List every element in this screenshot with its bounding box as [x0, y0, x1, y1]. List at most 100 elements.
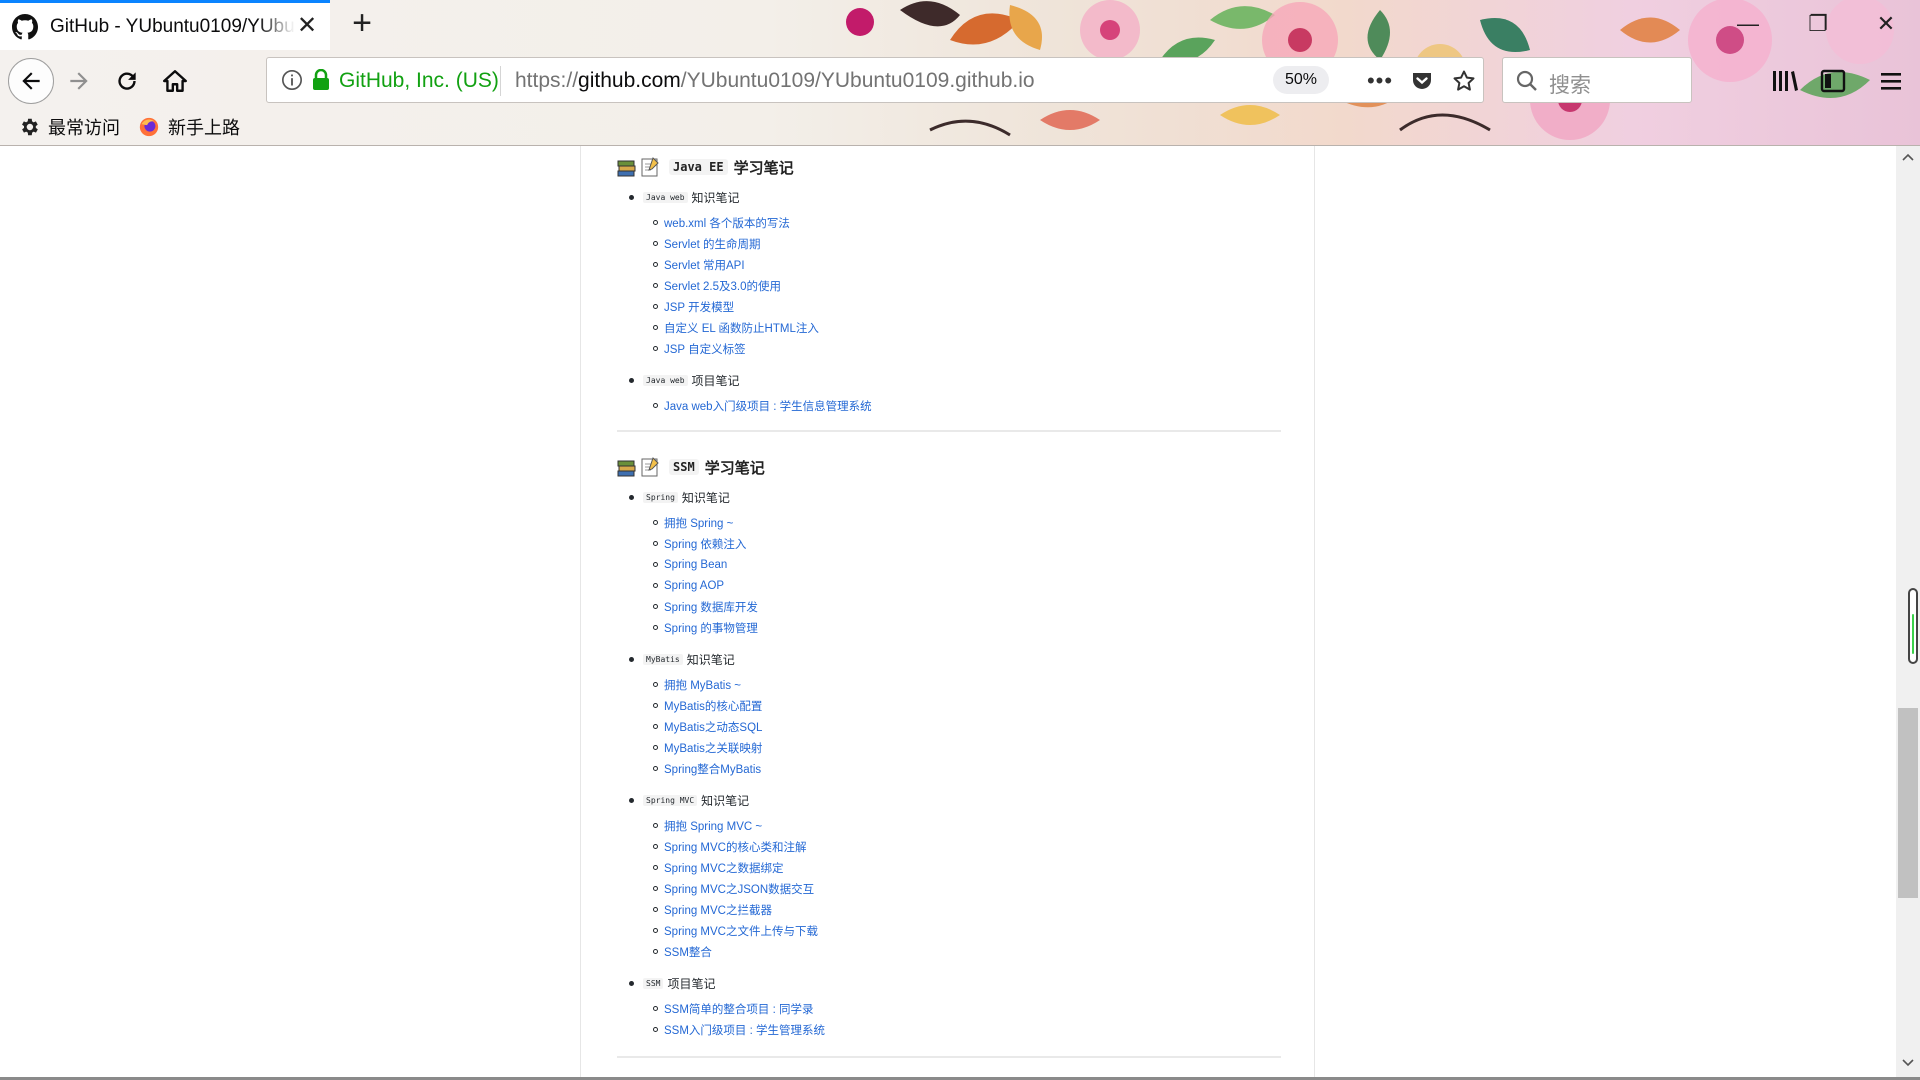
forward-button[interactable]: [58, 60, 100, 102]
note-link[interactable]: Java web入门级项目 : 学生信息管理系统: [664, 398, 872, 414]
list-item: SSM整合: [653, 941, 1282, 962]
group-item: SSM 项目笔记 SSM简单的整合项目 : 同学录 SSM入门级项目 : 学生管理…: [629, 968, 1282, 1046]
note-link[interactable]: JSP 开发模型: [664, 299, 734, 315]
reload-button[interactable]: [106, 60, 148, 102]
note-link[interactable]: Spring Bean: [664, 559, 727, 571]
section-title-code: SSM: [669, 459, 699, 475]
list-item: Servlet 常用API: [653, 254, 1282, 275]
link-list: 拥抱 Spring MVC ~ Spring MVC的核心类和注解 Spring…: [629, 815, 1282, 968]
note-link[interactable]: MyBatis之动态SQL: [664, 719, 762, 735]
scroll-position-indicator: [1908, 588, 1918, 664]
home-icon: [162, 70, 188, 92]
more-dots-icon: •••: [1366, 68, 1394, 93]
group-code: SSM: [643, 977, 664, 989]
note-link[interactable]: Servlet 的生命周期: [664, 236, 761, 252]
note-link[interactable]: web.xml 各个版本的写法: [664, 215, 790, 231]
note-link[interactable]: Spring MVC之数据绑定: [664, 860, 784, 876]
scroll-up-icon[interactable]: [1900, 150, 1916, 166]
note-link[interactable]: MyBatis之关联映射: [664, 740, 762, 756]
note-link[interactable]: Servlet 2.5及3.0的使用: [664, 278, 781, 294]
note-link[interactable]: Spring 的事物管理: [664, 620, 758, 636]
back-arrow-icon: [22, 72, 40, 90]
restore-button[interactable]: ❐: [1798, 8, 1838, 40]
pocket-button[interactable]: [1407, 67, 1437, 95]
tab-github[interactable]: GitHub - YUbuntu0109/YUbuntu0109.github.…: [0, 0, 330, 50]
list-item: Spring Bean: [653, 554, 1282, 575]
site-identity[interactable]: GitHub, Inc. (US): [339, 69, 499, 93]
note-link[interactable]: JSP 自定义标签: [664, 341, 746, 357]
group-code: Spring MVC: [643, 794, 698, 806]
note-link[interactable]: SSM入门级项目 : 学生管理系统: [664, 1022, 825, 1038]
new-tab-button[interactable]: +: [346, 6, 378, 41]
bookmark-most-visited[interactable]: 最常访问: [18, 114, 120, 140]
firefox-icon: [139, 117, 159, 137]
tab-close-icon[interactable]: ✕: [294, 13, 320, 39]
note-link[interactable]: Spring MVC之JSON数据交互: [664, 881, 814, 897]
group-item: Java web 知识笔记 web.xml 各个版本的写法 Servlet 的生命…: [629, 182, 1282, 365]
group-text: 项目笔记: [691, 373, 740, 388]
url-separator: [500, 66, 501, 96]
web-page: Java EE 学习笔记 Java web 知识笔记 web.xml 各个版本的写…: [0, 146, 1896, 1078]
note-link[interactable]: Spring AOP: [664, 580, 724, 592]
note-link[interactable]: Spring MVC的核心类和注解: [664, 839, 807, 855]
back-button[interactable]: [8, 58, 54, 104]
link-list: SSM简单的整合项目 : 同学录 SSM入门级项目 : 学生管理系统: [629, 998, 1282, 1046]
note-link[interactable]: 自定义 EL 函数防止HTML注入: [664, 320, 819, 336]
group-code: Java web: [643, 374, 688, 386]
minimize-button[interactable]: —: [1728, 8, 1768, 40]
url-text[interactable]: https://github.com/YUbuntu0109/YUbuntu01…: [515, 69, 1035, 93]
note-link[interactable]: Spring MVC之文件上传与下载: [664, 923, 818, 939]
list-item: SSM简单的整合项目 : 同学录: [653, 998, 1282, 1019]
section-title-code: Java EE: [669, 159, 728, 175]
group-text: 知识笔记: [681, 490, 730, 505]
section-divider: [617, 430, 1281, 432]
group-item: Spring 知识笔记 拥抱 Spring ~ Spring 依赖注入 Sprin…: [629, 482, 1282, 644]
menu-button[interactable]: [1874, 64, 1908, 98]
group-list: Spring 知识笔记 拥抱 Spring ~ Spring 依赖注入 Sprin…: [617, 482, 1282, 1046]
group-item: Spring MVC 知识笔记 拥抱 Spring MVC ~ Spring MV…: [629, 785, 1282, 968]
page-actions-button[interactable]: •••: [1365, 67, 1395, 95]
scroll-down-icon[interactable]: [1900, 1054, 1916, 1070]
note-link[interactable]: 拥抱 Spring MVC ~: [664, 818, 762, 834]
group-text: 知识笔记: [691, 190, 740, 205]
search-box[interactable]: 搜索: [1502, 57, 1692, 103]
bookmark-star-button[interactable]: [1449, 67, 1479, 95]
note-link[interactable]: Spring整合MyBatis: [664, 761, 761, 777]
zoom-indicator[interactable]: 50%: [1273, 66, 1329, 94]
url-prefix: https://: [515, 69, 579, 92]
home-button[interactable]: [154, 60, 196, 102]
group-label: MyBatis 知识笔记: [629, 644, 1282, 674]
link-list: web.xml 各个版本的写法 Servlet 的生命周期 Servlet 常用…: [629, 212, 1282, 365]
bookmark-getting-started[interactable]: 新手上路: [138, 114, 240, 140]
note-link[interactable]: SSM简单的整合项目 : 同学录: [664, 1001, 814, 1017]
scrollbar-thumb[interactable]: [1898, 708, 1918, 898]
search-icon: [1516, 70, 1537, 91]
list-item: Spring 数据库开发: [653, 596, 1282, 617]
group-label: Java web 知识笔记: [629, 182, 1282, 212]
group-text: 知识笔记: [701, 793, 750, 808]
link-list: 拥抱 MyBatis ~ MyBatis的核心配置 MyBatis之动态SQL …: [629, 674, 1282, 785]
list-item: Spring 依赖注入: [653, 533, 1282, 554]
note-link[interactable]: SSM整合: [664, 944, 712, 960]
close-window-button[interactable]: ✕: [1866, 8, 1906, 40]
note-link[interactable]: Spring MVC之拦截器: [664, 902, 772, 918]
books-icon: [617, 460, 636, 477]
note-link[interactable]: 拥抱 MyBatis ~: [664, 677, 741, 693]
note-link[interactable]: 拥抱 Spring ~: [664, 515, 733, 531]
list-item: web.xml 各个版本的写法: [653, 212, 1282, 233]
note-link[interactable]: Spring 数据库开发: [664, 599, 758, 615]
forward-arrow-icon: [70, 72, 88, 90]
list-item: Spring 的事物管理: [653, 617, 1282, 638]
list-item: Spring MVC之JSON数据交互: [653, 878, 1282, 899]
group-item: MyBatis 知识笔记 拥抱 MyBatis ~ MyBatis的核心配置 My…: [629, 644, 1282, 785]
note-link[interactable]: MyBatis的核心配置: [664, 698, 762, 714]
section-heading: Java EE 学习笔记: [617, 152, 1282, 182]
section-heading: SSM 学习笔记: [617, 452, 1282, 482]
note-link[interactable]: Spring 依赖注入: [664, 536, 746, 552]
list-item: Servlet 2.5及3.0的使用: [653, 275, 1282, 296]
sidebar-button[interactable]: [1816, 64, 1850, 98]
note-link[interactable]: Servlet 常用API: [664, 257, 745, 273]
address-bar[interactable]: GitHub, Inc. (US) https://github.com/YUb…: [266, 57, 1484, 103]
info-icon[interactable]: [281, 69, 303, 91]
library-button[interactable]: [1768, 64, 1802, 98]
